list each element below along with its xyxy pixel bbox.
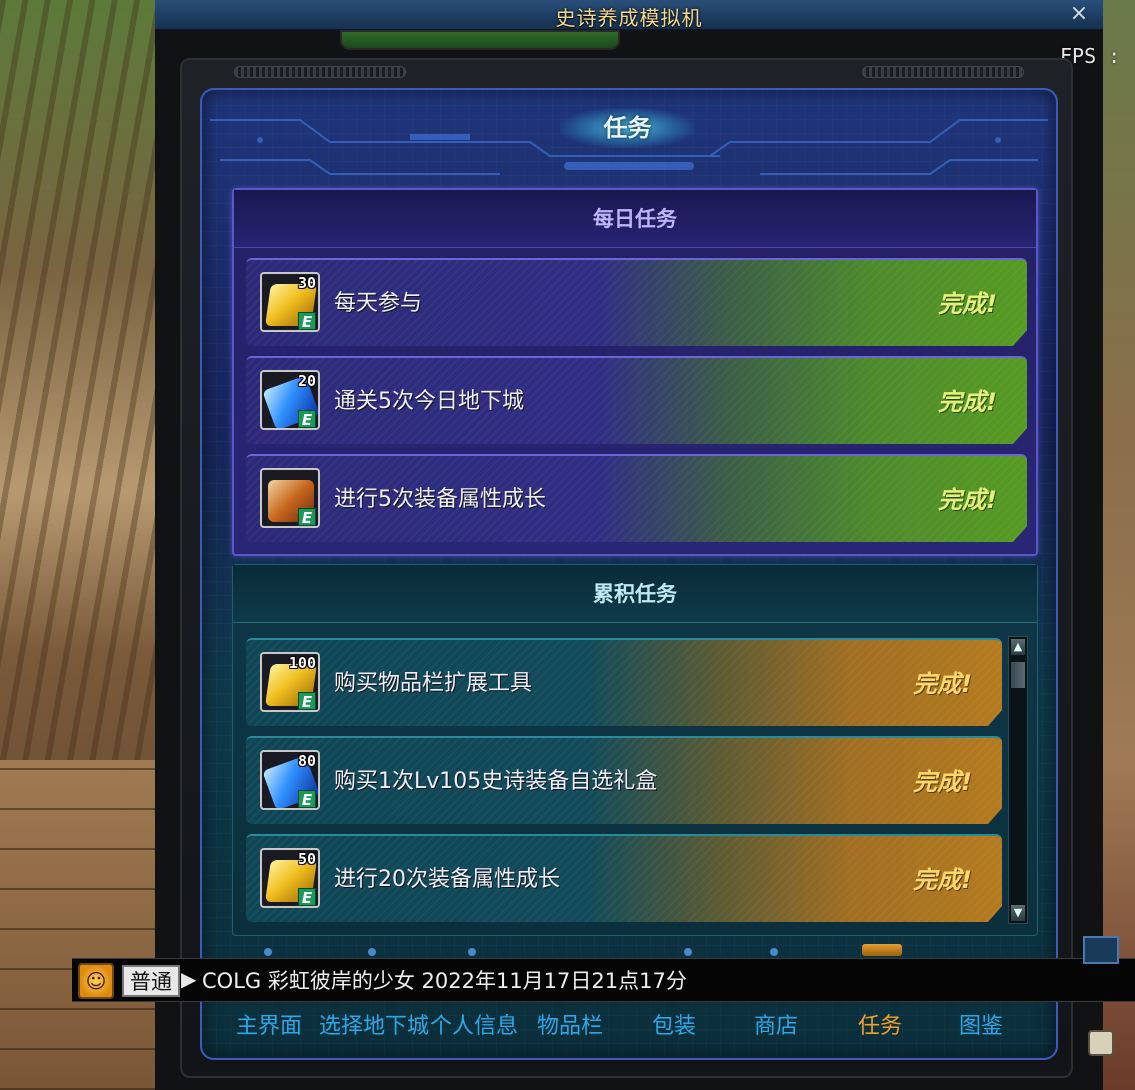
nav-profile[interactable]: 个人信息: [430, 1002, 518, 1052]
e-badge-icon: E: [298, 410, 316, 428]
task-label: 购买1次Lv105史诗装备自选礼盒: [334, 769, 658, 794]
nav-shop[interactable]: 商店: [754, 1002, 798, 1052]
task-complete-status[interactable]: 完成!: [938, 358, 997, 446]
reward-count: 80: [297, 752, 316, 770]
task-complete-status[interactable]: 完成!: [913, 836, 972, 924]
task-scrollbar[interactable]: ▲ ▼: [1008, 636, 1028, 924]
background-right-scene: [1100, 0, 1135, 1090]
frame-rivet-left: [234, 66, 406, 78]
cumulative-tasks-header: 累积任务: [233, 565, 1037, 623]
reward-count: 50: [297, 850, 316, 868]
blue-crystal-icon: 80 E: [260, 750, 320, 810]
e-badge-icon: E: [298, 692, 316, 710]
window-titlebar[interactable]: 史诗养成模拟机 ×: [155, 0, 1103, 30]
cumulative-task-row[interactable]: 100 E 购买物品栏扩展工具 完成!: [246, 638, 1002, 726]
reward-count: 30: [297, 274, 316, 292]
nav-active-marker: [862, 944, 902, 956]
reward-count: 100: [288, 654, 316, 672]
task-label: 购买物品栏扩展工具: [334, 671, 533, 696]
e-badge-icon: E: [298, 312, 316, 330]
nav-codex[interactable]: 图鉴: [959, 1002, 1003, 1052]
chat-channel-badge[interactable]: 普通: [122, 965, 180, 997]
task-complete-status[interactable]: 完成!: [938, 260, 997, 348]
chat-arrow-icon: ▶: [181, 967, 197, 991]
minimap-widget[interactable]: [1083, 936, 1119, 964]
task-label: 通关5次今日地下城: [334, 389, 524, 414]
frame-rivet-right: [862, 66, 1024, 78]
close-button[interactable]: ×: [1067, 2, 1091, 26]
cumulative-task-row[interactable]: 50 E 进行20次装备属性成长 完成!: [246, 834, 1002, 922]
scroll-up-button[interactable]: ▲: [1010, 638, 1026, 656]
treasure-chest-icon: E: [260, 468, 320, 528]
window-title: 史诗养成模拟机: [555, 6, 703, 30]
smiley-icon[interactable]: ☺: [78, 963, 114, 999]
e-badge-icon: E: [298, 508, 316, 526]
task-complete-status[interactable]: 完成!: [913, 738, 972, 826]
task-complete-status[interactable]: 完成!: [913, 640, 972, 728]
chat-message: COLG 彩虹彼岸的少女 2022年11月17日21点17分: [202, 969, 687, 993]
gold-cube-icon: 30 E: [260, 272, 320, 332]
nav-inventory[interactable]: 物品栏: [537, 1002, 603, 1052]
task-label: 每天参与: [334, 291, 423, 316]
hp-bar: [340, 30, 620, 50]
task-label: 进行20次装备属性成长: [334, 867, 560, 892]
e-badge-icon: E: [298, 790, 316, 808]
nav-select-dungeon[interactable]: 选择地下城: [319, 1002, 429, 1052]
cumulative-task-row[interactable]: 80 E 购买1次Lv105史诗装备自选礼盒 完成!: [246, 736, 1002, 824]
nav-packaging[interactable]: 包装: [652, 1002, 696, 1052]
gold-cube-icon: 50 E: [260, 848, 320, 908]
gold-cube-icon: 100 E: [260, 652, 320, 712]
scroll-down-button[interactable]: ▼: [1010, 904, 1026, 922]
scroll-thumb[interactable]: [1010, 661, 1026, 689]
nav-quests[interactable]: 任务: [858, 1002, 902, 1052]
reward-count: 20: [297, 372, 316, 390]
blue-crystal-icon: 20 E: [260, 370, 320, 430]
daily-tasks-header: 每日任务: [234, 190, 1036, 248]
task-complete-status[interactable]: 完成!: [938, 456, 997, 544]
side-tool-icon[interactable]: [1088, 1030, 1114, 1056]
daily-task-row[interactable]: 20 E 通关5次今日地下城 完成!: [246, 356, 1027, 444]
nav-main[interactable]: 主界面: [236, 1002, 302, 1052]
task-label: 进行5次装备属性成长: [334, 487, 546, 512]
daily-task-row[interactable]: 30 E 每天参与 完成!: [246, 258, 1027, 346]
daily-task-row[interactable]: E 进行5次装备属性成长 完成!: [246, 454, 1027, 542]
chat-line: ☺ 普通 ▶ COLG 彩虹彼岸的少女 2022年11月17日21点17分: [72, 958, 1135, 1002]
bottom-nav: 主界面 选择地下城 个人信息 物品栏 包装 商店 任务 图鉴: [220, 1002, 1050, 1052]
e-badge-icon: E: [298, 888, 316, 906]
panel-title: 任务: [560, 108, 695, 148]
background-floor: [0, 760, 160, 1090]
